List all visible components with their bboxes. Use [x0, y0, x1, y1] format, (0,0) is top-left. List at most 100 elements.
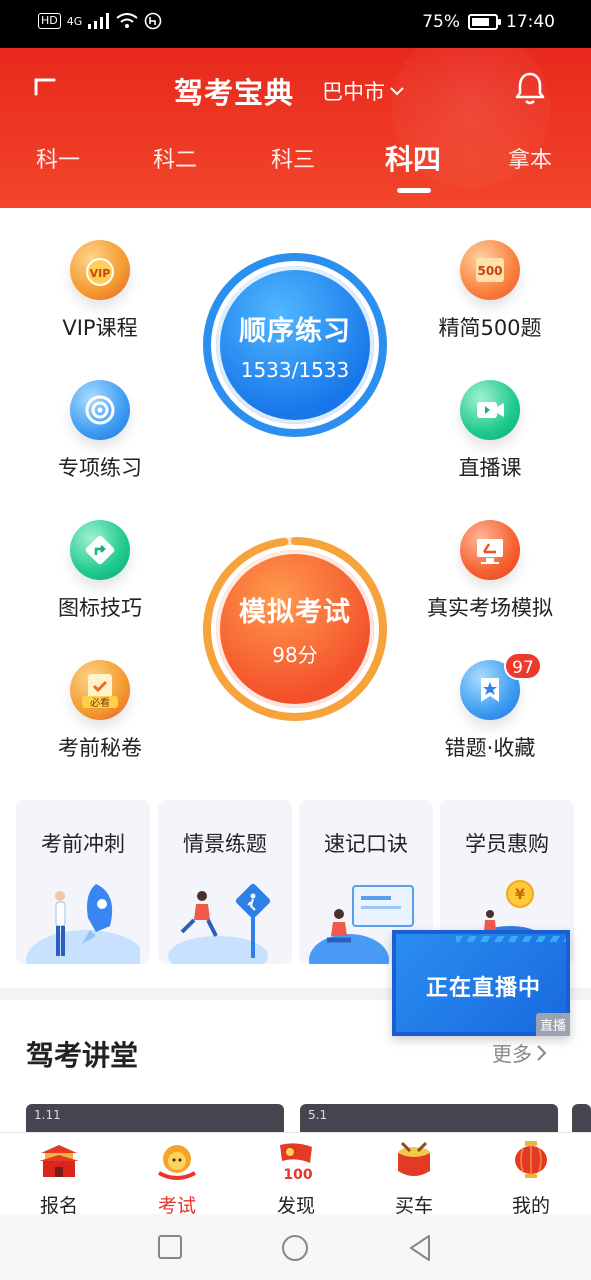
streamlined-500-label: 精简500题	[438, 316, 542, 340]
nav-buy-car[interactable]: 买车	[369, 1139, 459, 1218]
more-label: 更多	[492, 1042, 532, 1066]
status-bar: HD 4G 75% 17:40	[0, 0, 591, 48]
bell-icon[interactable]	[513, 70, 547, 106]
wrong-and-favorites-label: 错题·收藏	[444, 736, 536, 760]
tab-subject-2[interactable]: 科二	[153, 142, 197, 174]
subject-tabs: 科一 科二 科三 科四 拿本	[0, 142, 591, 202]
wifi-icon	[116, 13, 138, 28]
mock-exam-title: 模拟考试	[239, 597, 351, 628]
live-class-button[interactable]: 直播课	[400, 380, 580, 482]
lantern-icon	[515, 1141, 547, 1178]
nav-discover[interactable]: 100 发现	[251, 1139, 341, 1218]
battery-fill	[472, 18, 489, 26]
target-icon	[70, 380, 130, 440]
card-mnemonics-title: 速记口诀	[324, 832, 408, 856]
tab-subject-3[interactable]: 科三	[271, 142, 315, 174]
mock-exam-score: 98分	[272, 643, 318, 667]
card-final-sprint-title: 考前冲刺	[41, 832, 125, 856]
back-icon[interactable]	[407, 1234, 433, 1262]
vip-course-button[interactable]: VIP VIP课程	[10, 240, 190, 342]
app-screen: HD 4G 75% 17:40 驾考宝典 巴中市 科一 科二 科三 科四 拿本	[0, 0, 591, 1280]
practice-core: 顺序练习 1533/1533	[216, 266, 374, 424]
lecture-thumbnail-2-date: 5.1	[308, 1108, 328, 1122]
header: 驾考宝典 巴中市 科一 科二 科三 科四 拿本	[0, 48, 591, 208]
nav-mine[interactable]: 我的	[486, 1139, 576, 1218]
home-icon[interactable]	[281, 1234, 309, 1262]
chevron-right-icon	[537, 1044, 547, 1061]
city-name: 巴中市	[322, 80, 385, 104]
nav-exam[interactable]: 考试	[132, 1139, 222, 1218]
sign-tips-button[interactable]: 图标技巧	[10, 520, 190, 622]
live-class-label: 直播课	[458, 456, 522, 480]
bottom-nav: 报名 考试 100 发现 买车 我的	[0, 1132, 591, 1217]
system-nav-bar	[0, 1214, 591, 1280]
tab-subject-1[interactable]: 科一	[36, 142, 80, 174]
app-title: 驾考宝典	[174, 76, 295, 110]
collapse-icon[interactable]	[32, 72, 58, 98]
sequential-practice-button[interactable]: 顺序练习 1533/1533	[200, 250, 390, 440]
rocket-illustration	[26, 884, 140, 964]
svg-text:500: 500	[477, 264, 502, 278]
road-sign-icon	[70, 520, 130, 580]
streamlined-500-button[interactable]: 500 精简500题	[400, 240, 580, 342]
svg-text:必看: 必看	[90, 696, 110, 709]
real-exam-sim-button[interactable]: 真实考场模拟	[400, 520, 580, 622]
lion-mascot-icon	[158, 1145, 196, 1180]
card-final-sprint[interactable]: 考前冲刺	[16, 800, 150, 964]
wrong-count-badge: 97	[504, 652, 542, 680]
clock: 17:40	[506, 12, 555, 32]
must-see-clipboard-icon: 必看	[70, 660, 130, 720]
secret-paper-button[interactable]: 必看 考前秘卷	[10, 660, 190, 762]
party-flag-100-icon: 100	[280, 1143, 313, 1183]
city-selector[interactable]: 巴中市	[322, 76, 405, 106]
lecture-thumbnail-3[interactable]	[572, 1104, 591, 1132]
card-scenario-practice[interactable]: 情景练题	[158, 800, 292, 964]
tab-subject-4[interactable]: 科四	[385, 138, 441, 178]
svg-text:VIP: VIP	[90, 267, 111, 280]
vip-medal-icon: VIP	[70, 240, 130, 300]
secret-paper-label: 考前秘卷	[58, 736, 142, 760]
mock-exam-button[interactable]: 模拟考试 98分	[200, 534, 390, 724]
card-student-deals-title: 学员惠购	[465, 832, 549, 856]
tab-indicator	[397, 188, 431, 193]
drum-icon	[398, 1141, 430, 1176]
signal-icon	[88, 13, 110, 29]
lecture-thumbnail-1[interactable]: 1.11	[26, 1104, 284, 1132]
status-right: 75% 17:40	[422, 12, 555, 32]
live-tag: 直播	[535, 1013, 570, 1036]
video-camera-icon	[460, 380, 520, 440]
banner-stripe	[456, 936, 566, 942]
vip-course-label: VIP课程	[62, 316, 138, 340]
card-scenario-practice-title: 情景练题	[183, 832, 267, 856]
chevron-down-icon	[390, 87, 404, 96]
network-chip: HD	[38, 13, 61, 29]
network-type: 4G	[66, 14, 83, 28]
road-sign-illustration	[168, 883, 271, 964]
live-now-text: 正在直播中	[426, 976, 542, 1001]
recent-apps-icon[interactable]	[157, 1234, 183, 1260]
lecture-section-title: 驾考讲堂	[26, 1039, 139, 1072]
practice-progress: 1533/1533	[240, 357, 350, 382]
battery-icon	[468, 14, 501, 30]
nfc-icon	[144, 12, 162, 30]
monitor-icon	[460, 520, 520, 580]
lecture-more-link[interactable]: 更多	[492, 1038, 548, 1067]
500-questions-icon: 500	[460, 240, 520, 300]
sign-tips-label: 图标技巧	[58, 596, 142, 620]
practice-title: 顺序练习	[239, 315, 351, 347]
nav-enroll[interactable]: 报名	[14, 1139, 104, 1218]
mock-exam-core: 模拟考试 98分	[216, 550, 374, 708]
svg-text:100: 100	[283, 1167, 312, 1183]
lecture-thumbnail-1-date: 1.11	[34, 1108, 61, 1122]
palace-icon	[39, 1145, 79, 1177]
live-now-banner[interactable]: 正在直播中 直播	[392, 930, 570, 1036]
tab-license[interactable]: 拿本	[508, 142, 552, 174]
special-practice-label: 专项练习	[58, 456, 142, 480]
status-left: HD 4G	[38, 12, 162, 30]
special-practice-button[interactable]: 专项练习	[10, 380, 190, 482]
lecture-thumbnail-2[interactable]: 5.1	[300, 1104, 558, 1132]
real-exam-sim-label: 真实考场模拟	[427, 596, 553, 620]
svg-text:¥: ¥	[515, 887, 525, 903]
wrong-and-favorites-button[interactable]: 错题·收藏	[400, 660, 580, 762]
battery-percent: 75%	[422, 12, 460, 32]
